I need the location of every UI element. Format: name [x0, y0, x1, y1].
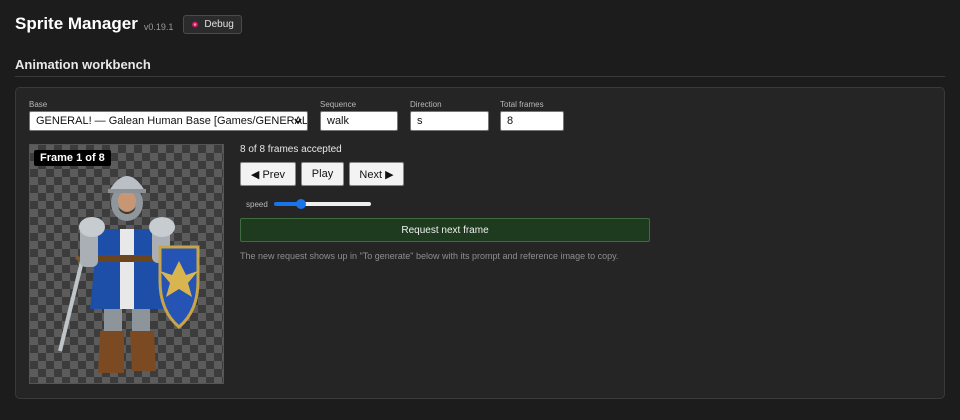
- debug-button-label: Debug: [204, 18, 234, 30]
- request-hint: The new request shows up in "To generate…: [240, 251, 619, 261]
- base-select-value: GENERAL! — Galean Human Base [Games/GENE…: [36, 115, 308, 127]
- total-frames-label: Total frames: [500, 100, 544, 109]
- play-button[interactable]: Play: [301, 162, 344, 186]
- frame-badge: Frame 1 of 8: [34, 150, 111, 166]
- base-label: Base: [29, 100, 48, 109]
- speed-label: speed: [246, 200, 268, 209]
- chevron-down-icon: [294, 118, 302, 125]
- frames-status: 8 of 8 frames accepted: [240, 144, 342, 155]
- section-divider: [15, 76, 945, 77]
- sequence-label: Sequence: [320, 100, 357, 109]
- direction-label: Direction: [410, 100, 442, 109]
- bug-icon: [192, 21, 199, 28]
- direction-input[interactable]: s: [410, 111, 489, 131]
- sprite-preview: Frame 1 of 8: [29, 144, 224, 384]
- speed-slider-track: [301, 202, 371, 206]
- app-header: Sprite Manager v0.19.1 Debug: [15, 12, 242, 36]
- sequence-input[interactable]: walk: [320, 111, 398, 131]
- speed-slider[interactable]: [274, 199, 371, 209]
- total-frames-input[interactable]: 8: [500, 111, 564, 131]
- speed-slider-thumb[interactable]: [296, 199, 306, 209]
- prev-button[interactable]: ◀ Prev: [240, 162, 296, 186]
- debug-button[interactable]: Debug: [183, 14, 242, 34]
- knight-sprite: [58, 176, 200, 373]
- app-version: v0.19.1: [143, 21, 174, 32]
- base-select[interactable]: GENERAL! — Galean Human Base [Games/GENE…: [29, 111, 308, 131]
- next-button[interactable]: Next ▶: [349, 162, 404, 186]
- section-title: Animation workbench: [15, 57, 151, 72]
- workbench-panel: Base GENERAL! — Galean Human Base [Games…: [15, 87, 945, 399]
- request-next-frame-button[interactable]: Request next frame: [240, 218, 650, 242]
- app-title: Sprite Manager: [15, 14, 138, 33]
